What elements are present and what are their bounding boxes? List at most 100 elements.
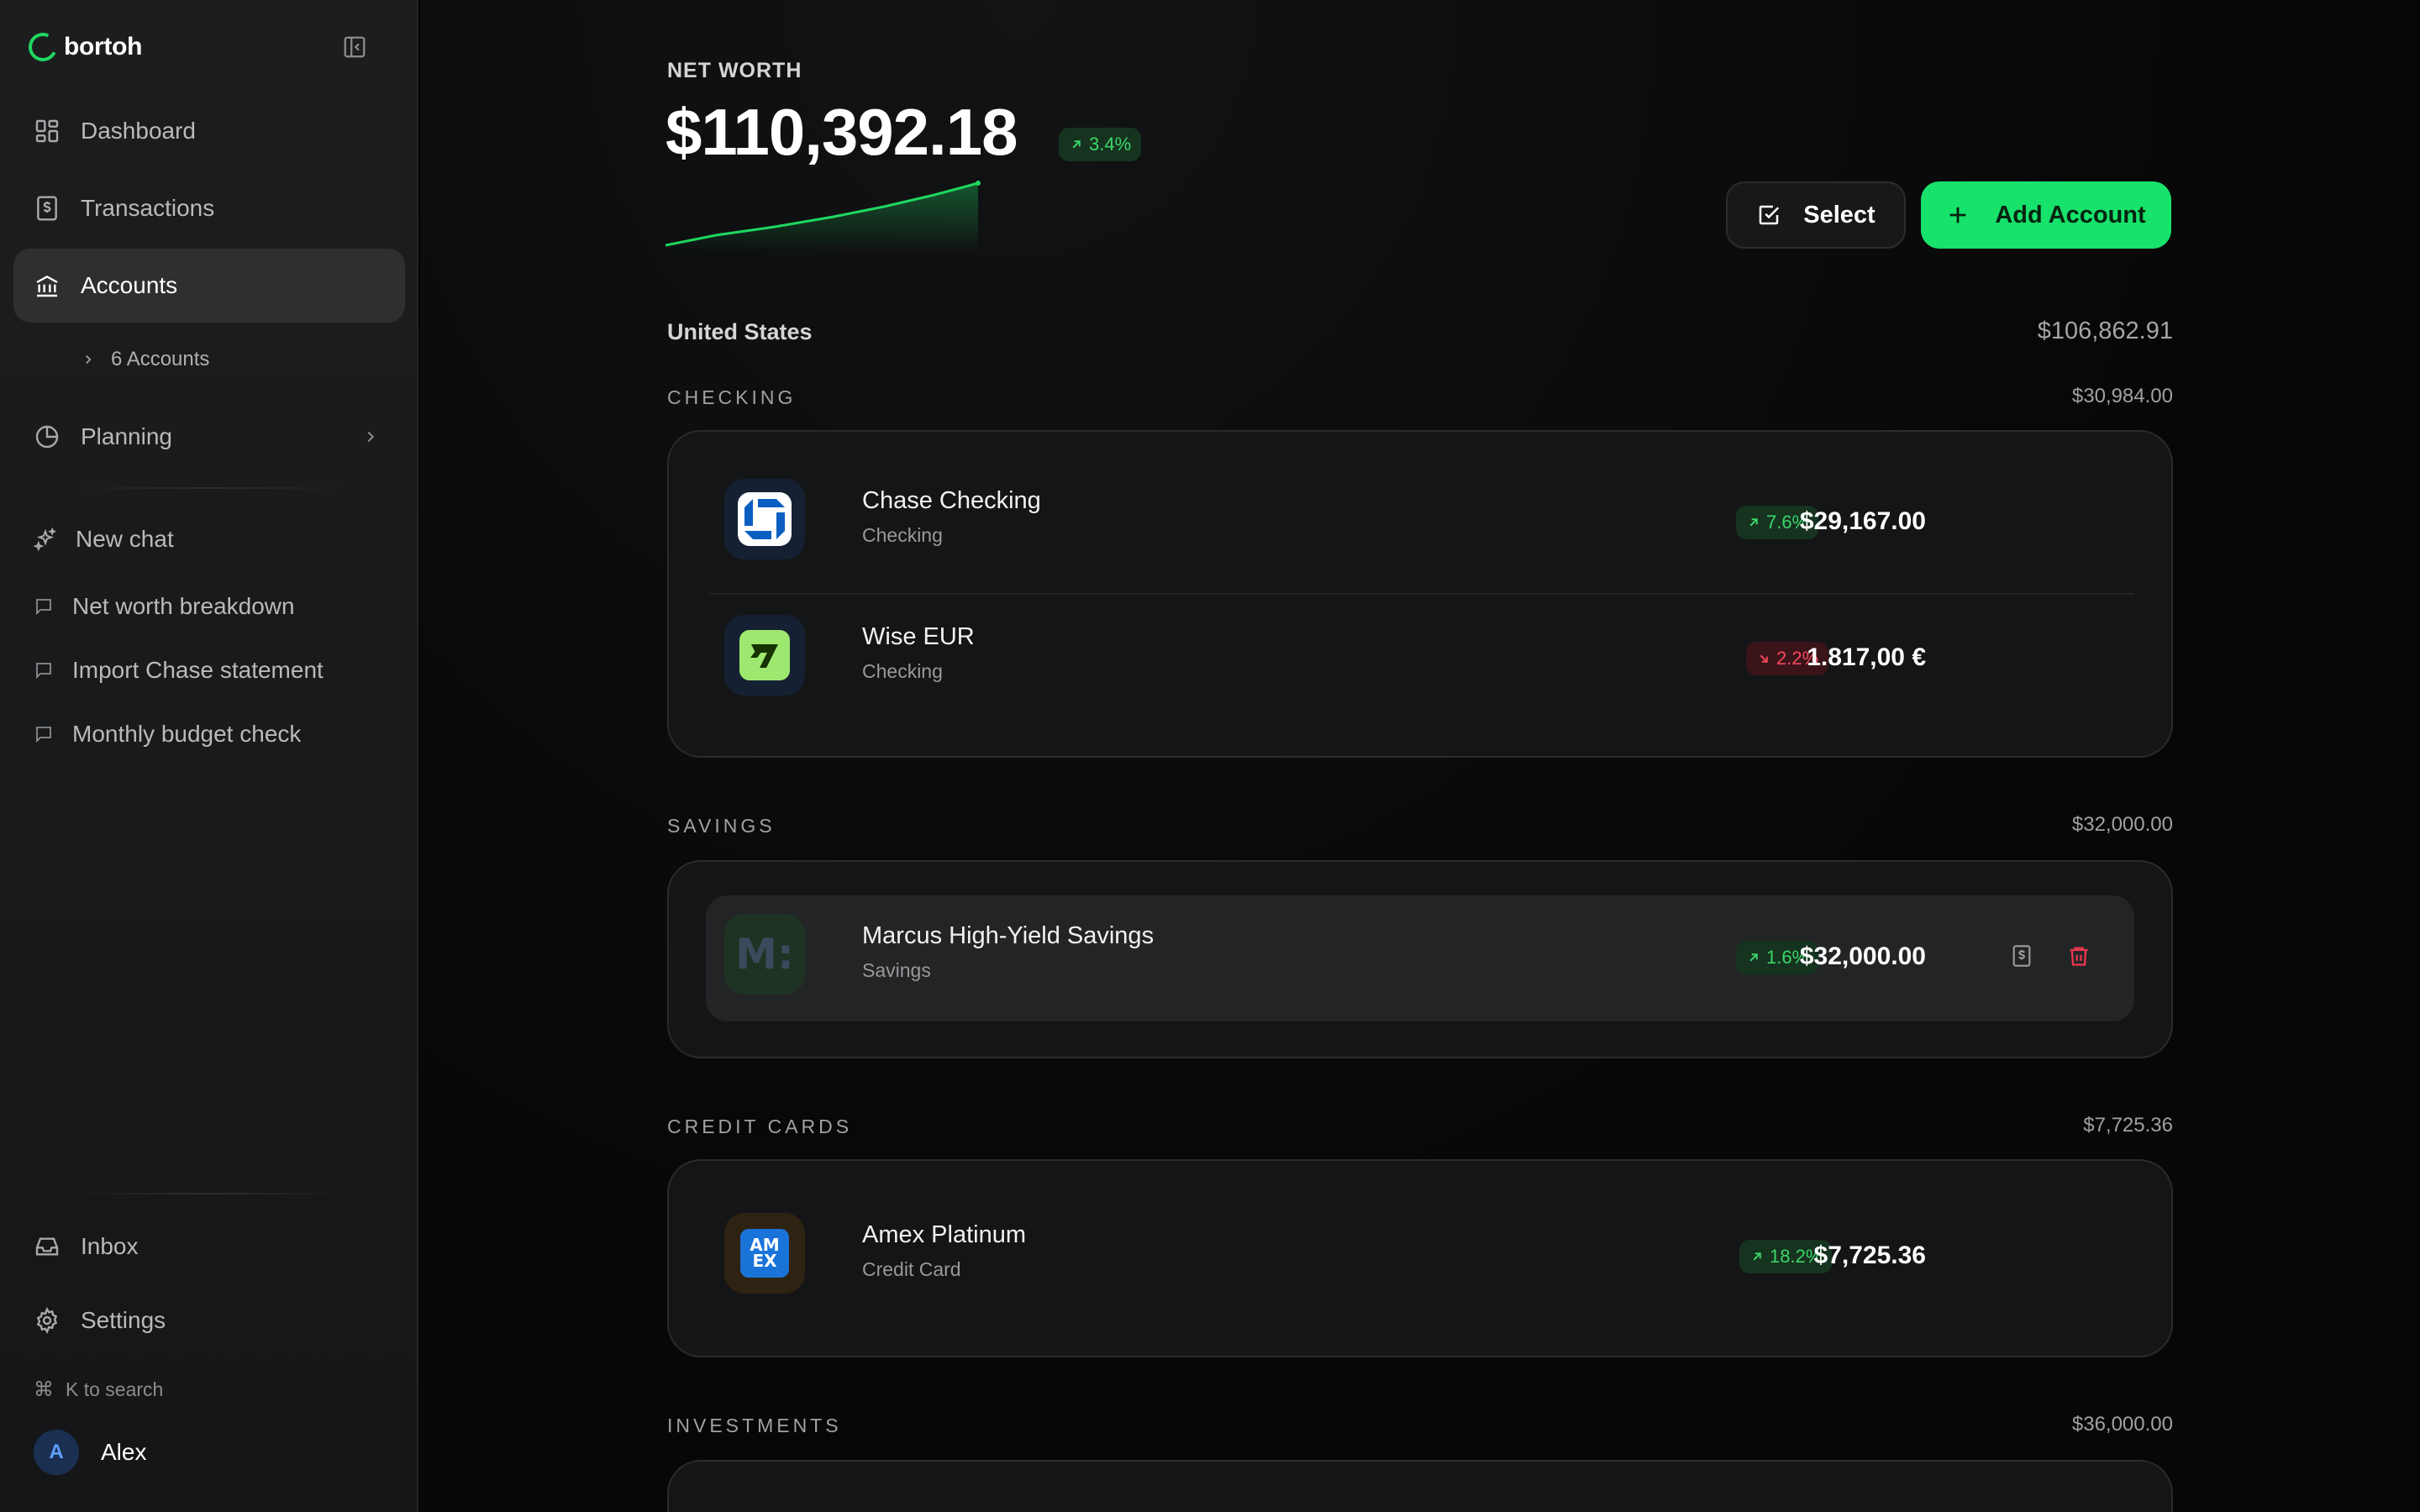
nav-inbox-label: Inbox (81, 1233, 139, 1259)
region-name: United States (667, 319, 813, 344)
chevron-right-icon (86, 354, 92, 365)
net-worth-value: $110,392.18 (666, 95, 1018, 169)
checking-card: Chase Checking Checking 7.6% $29,167.00 … (667, 430, 2173, 758)
group-label-checking: CHECKING (667, 386, 797, 408)
group-total-credit-cards: $7,725.36 (2083, 1114, 2173, 1137)
nav-inbox[interactable]: Inbox (13, 1210, 405, 1284)
chat-item-label: Net worth breakdown (72, 593, 295, 619)
arrow-up-right-icon (1753, 1252, 1761, 1261)
net-worth-label: NET WORTH (667, 59, 802, 82)
brand-name: bortoh (64, 33, 143, 60)
account-name: Wise EUR (862, 623, 975, 650)
chat-bubble-icon (36, 663, 51, 680)
account-amount: 1.817,00 € (1807, 643, 1926, 671)
chat-item[interactable]: Net worth breakdown (34, 588, 295, 625)
nav-planning-label: Planning (81, 423, 172, 449)
group-label-savings: SAVINGS (667, 815, 776, 837)
add-account-button[interactable]: Add Account (1921, 181, 2171, 249)
inbox-icon (35, 1237, 59, 1256)
account-amount: $32,000.00 (1799, 942, 1926, 970)
account-amount: $7,725.36 (1813, 1242, 1926, 1269)
account-row-amex[interactable]: AM EX Amex Platinum Credit Card 18.2% $7… (706, 1194, 2134, 1320)
checkbox-icon (1760, 205, 1780, 225)
sidebar: bortoh Dashboard Transactions Accounts 6… (0, 0, 418, 1512)
chat-item-label: Monthly budget check (72, 721, 302, 747)
arrow-up-right-icon (1072, 140, 1081, 149)
account-row-wise[interactable]: Wise EUR Checking 2.2% 1.817,00 € (706, 596, 2134, 722)
chat-item[interactable]: Import Chase statement (34, 652, 324, 689)
group-label-investments: INVESTMENTS (667, 1415, 842, 1436)
nav-dashboard-label: Dashboard (81, 118, 196, 144)
nav-settings[interactable]: Settings (13, 1284, 405, 1357)
sparkle-icon (34, 528, 57, 551)
nav-planning[interactable]: Planning (13, 400, 405, 474)
plus-icon (1949, 207, 1966, 223)
user-name: Alex (101, 1439, 147, 1465)
chat-bubble-icon (36, 599, 51, 616)
row-divider (709, 593, 2134, 595)
account-row-chase[interactable]: Chase Checking Checking 7.6% $29,167.00 (706, 460, 2134, 586)
group-label-credit-cards: CREDIT CARDS (667, 1116, 853, 1137)
dashboard-icon (35, 119, 59, 143)
wise-logo-icon (724, 615, 805, 696)
trash-icon (2070, 947, 2088, 966)
select-button[interactable]: Select (1726, 181, 1906, 249)
account-amount: $29,167.00 (1799, 507, 1926, 535)
investments-card (667, 1460, 2173, 1512)
arrow-up-right-icon (1749, 953, 1758, 962)
receipt-icon (2012, 945, 2031, 967)
avatar: A (34, 1430, 79, 1475)
region-total: $106,862.91 (2037, 318, 2173, 344)
brand-ring-icon (24, 29, 61, 66)
collapse-sidebar-button[interactable] (339, 32, 370, 62)
nav-dashboard[interactable]: Dashboard (13, 94, 405, 168)
account-type: Checking (862, 524, 943, 546)
account-type: Credit Card (862, 1258, 961, 1280)
user-profile[interactable]: A Alex (34, 1430, 146, 1475)
chat-bubble-icon (36, 727, 51, 743)
gear-icon (36, 1307, 58, 1334)
chase-logo-icon (724, 479, 805, 559)
bank-icon (36, 275, 58, 297)
pie-chart-icon (35, 425, 59, 449)
nav-transactions[interactable]: Transactions (13, 171, 405, 245)
sidebar-divider (71, 487, 348, 489)
accounts-page: NET WORTH $110,392.18 3.4% Select Add Ac… (420, 0, 2420, 1512)
accounts-count-toggle[interactable]: 6 Accounts (81, 343, 209, 376)
chat-item[interactable]: Monthly budget check (34, 716, 301, 753)
account-type: Savings (862, 959, 931, 981)
arrow-up-right-icon (1749, 518, 1758, 527)
net-worth-change-badge: 3.4% (1059, 128, 1142, 161)
account-name: Amex Platinum (862, 1221, 1027, 1248)
net-worth-change: 3.4% (1089, 134, 1132, 155)
chat-item-label: Import Chase statement (72, 657, 324, 683)
sidebar-toggle-icon (344, 36, 366, 58)
view-transactions-button[interactable] (2005, 939, 2039, 973)
delete-account-button[interactable] (2062, 939, 2096, 973)
marcus-logo-text: M: (735, 930, 794, 979)
accounts-count-label: 6 Accounts (111, 348, 210, 370)
group-total-savings: $32,000.00 (2071, 813, 2173, 836)
new-chat-label: New chat (76, 526, 174, 552)
amex-logo-text: AM EX (750, 1235, 780, 1271)
marcus-logo-icon: M: (724, 914, 805, 995)
group-total-investments: $36,000.00 (2071, 1413, 2173, 1436)
search-hint-label: K to search (66, 1378, 164, 1400)
account-row-marcus[interactable]: M: Marcus High-Yield Savings Savings 1.6… (706, 895, 2134, 1021)
command-key-icon: ⌘ (34, 1378, 54, 1401)
savings-card: M: Marcus High-Yield Savings Savings 1.6… (667, 860, 2173, 1058)
add-account-label: Add Account (1995, 201, 2146, 228)
receipt-icon (37, 196, 57, 221)
nav-accounts[interactable]: Accounts (13, 249, 405, 323)
select-label: Select (1803, 201, 1876, 228)
brand-logo[interactable]: bortoh (24, 29, 143, 66)
nav-transactions-label: Transactions (81, 195, 215, 221)
account-name: Chase Checking (862, 487, 1041, 514)
arrow-down-right-icon (1760, 654, 1768, 663)
group-total-checking: $30,984.00 (2071, 385, 2173, 407)
nav-settings-label: Settings (81, 1307, 166, 1333)
search-shortcut-hint[interactable]: ⌘ K to search (34, 1378, 163, 1402)
sidebar-divider (71, 1193, 348, 1194)
new-chat-button[interactable]: New chat (34, 521, 174, 558)
net-worth-sparkline (666, 181, 981, 252)
